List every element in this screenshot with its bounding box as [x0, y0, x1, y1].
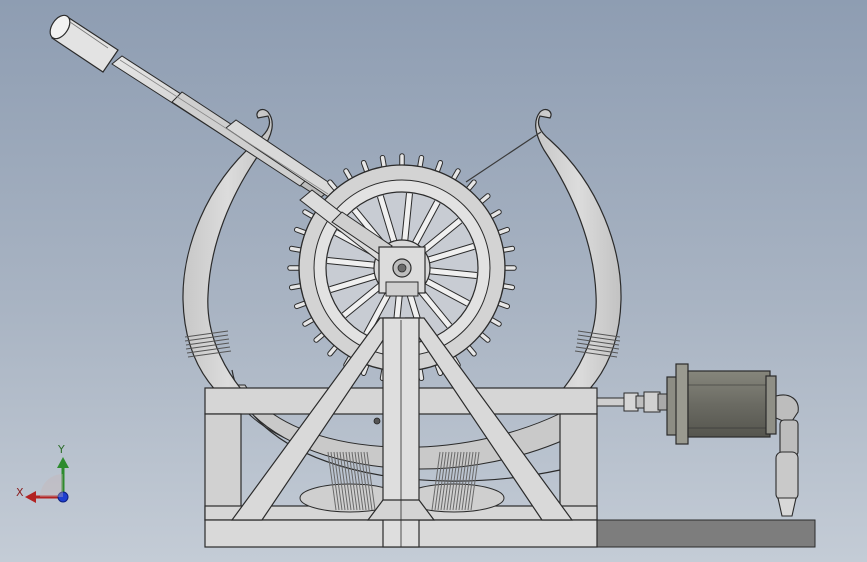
right-horn	[535, 108, 622, 396]
triad-plane-arc	[40, 474, 63, 497]
arm-end-bucket	[49, 14, 119, 73]
triad-x-arrowhead	[25, 491, 36, 503]
motor-connector	[775, 394, 799, 517]
triad-y-arrowhead	[57, 457, 69, 468]
frame-bolt	[373, 417, 381, 425]
bow-string	[465, 131, 542, 183]
wheel-spoke	[427, 267, 477, 279]
motor-shaft	[596, 391, 669, 413]
axis-triad	[25, 457, 69, 503]
cad-viewport[interactable]: Y X	[0, 0, 867, 562]
axle-bearing	[378, 246, 426, 297]
base-plate	[596, 519, 816, 548]
wheel-spoke	[327, 257, 377, 269]
trebuchet-assembly-model[interactable]	[0, 0, 867, 562]
triad-y-label: Y	[58, 443, 65, 456]
servo-motor	[666, 363, 777, 445]
wheel-spoke	[401, 193, 413, 243]
triad-x-label: X	[16, 486, 24, 499]
